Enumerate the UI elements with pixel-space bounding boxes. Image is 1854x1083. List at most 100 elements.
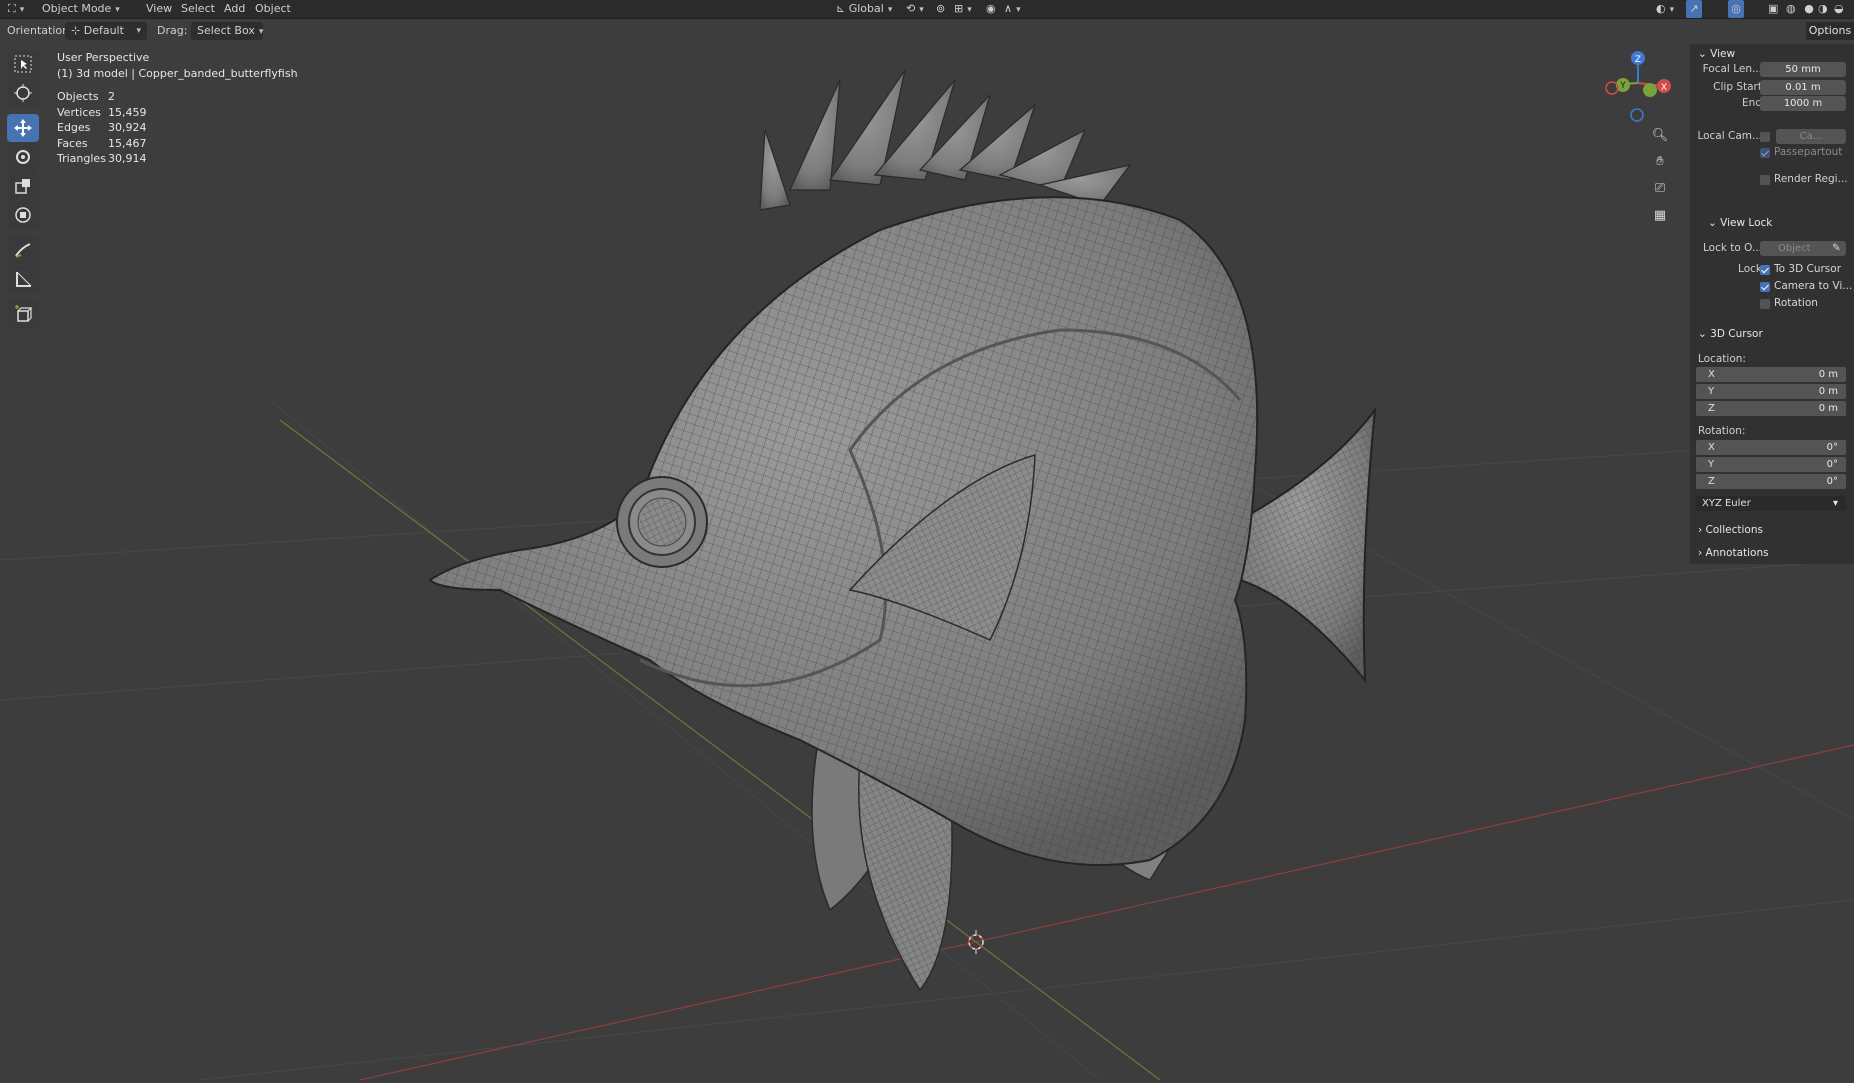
- lock-to-object-row: Lock to O... Object ✎: [1690, 240, 1854, 257]
- falloff-icon[interactable]: ∧ ▾: [1004, 0, 1021, 18]
- drag-dropdown[interactable]: Select Box ▾: [191, 22, 263, 40]
- scale-icon: [15, 179, 30, 194]
- proportional-edit-icon[interactable]: ◉: [986, 0, 996, 18]
- local-camera-checkbox[interactable]: [1760, 132, 1770, 142]
- zoom-icon: 🔍︎: [1651, 127, 1669, 143]
- lock-to-object-label: Lock to O...: [1702, 242, 1762, 254]
- grid-icon: ▦: [1653, 207, 1667, 223]
- navigation-gizmo[interactable]: Z X Y: [1605, 51, 1671, 122]
- pivot-icon[interactable]: ⟲ ▾: [906, 0, 924, 18]
- annotate-tool[interactable]: [7, 236, 39, 264]
- view-lock-section-header[interactable]: ⌄ View Lock: [1708, 217, 1772, 229]
- scale-tool[interactable]: [7, 172, 39, 200]
- zoom-button[interactable]: 🔍︎: [1649, 124, 1671, 146]
- transform-tool[interactable]: [7, 201, 39, 229]
- mode-label: Object Mode: [42, 2, 112, 15]
- annotations-title: Annotations: [1705, 547, 1769, 559]
- view-lock-title: View Lock: [1720, 217, 1773, 229]
- axis-value: 0°: [1826, 442, 1838, 453]
- axis-value: 0 m: [1818, 369, 1838, 380]
- mode-dropdown[interactable]: Object Mode ▾: [42, 0, 120, 18]
- menu-select[interactable]: Select: [181, 0, 215, 18]
- orientation-dropdown[interactable]: ⊹ Default ▾: [65, 22, 147, 40]
- rotate-tool[interactable]: [7, 143, 39, 171]
- lock-camera-checkbox[interactable]: [1760, 282, 1770, 292]
- clip-end-row: End 1000 m: [1690, 95, 1854, 112]
- overlays-toggle-icon[interactable]: ◎: [1728, 0, 1744, 18]
- camera-view-button[interactable]: ⎚: [1649, 177, 1671, 199]
- 3d-cursor-title: 3D Cursor: [1710, 328, 1763, 340]
- focal-length-field[interactable]: 50 mm: [1760, 62, 1846, 77]
- local-camera-field[interactable]: Ca...: [1776, 129, 1846, 144]
- move-icon: [14, 119, 32, 137]
- solid-shading-icon[interactable]: ●: [1802, 0, 1816, 18]
- axis-label: X: [1708, 442, 1715, 453]
- location-x-field[interactable]: X 0 m: [1696, 367, 1846, 382]
- measure-tool[interactable]: [7, 265, 39, 293]
- lock-3d-cursor-row: Lock To 3D Cursor: [1690, 261, 1854, 278]
- add-cube-tool[interactable]: [7, 300, 39, 328]
- options-button[interactable]: Options: [1806, 22, 1854, 40]
- transform-orientation-label: Global: [848, 2, 884, 15]
- select-box-icon: [14, 55, 32, 73]
- perspective-toggle-button[interactable]: ▦: [1649, 204, 1671, 226]
- gizmo-y-label: Y: [1619, 81, 1626, 91]
- orientation-value: Default: [83, 24, 124, 37]
- rotation-y-field[interactable]: Y 0°: [1696, 457, 1846, 472]
- stat-key: Objects: [57, 90, 99, 103]
- wireframe-shading-icon[interactable]: ◍: [1786, 0, 1796, 18]
- cursor-tool[interactable]: [7, 79, 39, 107]
- material-shading-icon[interactable]: ◑: [1818, 0, 1828, 18]
- rotation-z-field[interactable]: Z 0°: [1696, 474, 1846, 489]
- rotation-mode-dropdown[interactable]: XYZ Euler ▾: [1696, 496, 1846, 511]
- lock-camera-row: Camera to Vi...: [1690, 278, 1854, 295]
- collections-title: Collections: [1705, 524, 1763, 536]
- menu-view[interactable]: View: [146, 0, 172, 18]
- location-y-field[interactable]: Y 0 m: [1696, 384, 1846, 399]
- menu-add[interactable]: Add: [224, 0, 245, 18]
- stat-value: 30,914: [108, 152, 147, 165]
- lock-rotation-checkbox[interactable]: [1760, 299, 1770, 309]
- local-camera-label: Local Cam...: [1697, 130, 1762, 142]
- rendered-shading-icon[interactable]: ◒: [1834, 0, 1844, 18]
- lock-rotation-label: Rotation: [1774, 297, 1818, 309]
- editor-type-icon[interactable]: ⛶ ▾: [8, 0, 24, 18]
- collections-section-header[interactable]: › Collections: [1698, 524, 1763, 536]
- annotations-section-header[interactable]: › Annotations: [1698, 547, 1769, 559]
- menu-object[interactable]: Object: [255, 0, 291, 18]
- clip-start-label: Clip Start: [1713, 81, 1762, 93]
- clip-start-field[interactable]: 0.01 m: [1760, 80, 1846, 95]
- eyedropper-icon[interactable]: ✎: [1832, 240, 1841, 257]
- stat-faces: Faces 15,467: [57, 136, 298, 152]
- select-box-tool[interactable]: [7, 50, 39, 78]
- render-region-checkbox[interactable]: [1760, 175, 1770, 185]
- visibility-icon[interactable]: ◐ ▾: [1656, 0, 1674, 18]
- 3d-cursor-section-header[interactable]: ⌄ 3D Cursor: [1698, 328, 1763, 340]
- stat-value: 15,459: [108, 105, 147, 119]
- chevron-down-icon: ⌄: [1708, 217, 1717, 229]
- passepartout-checkbox[interactable]: [1760, 148, 1770, 158]
- stat-key: Triangles: [57, 152, 106, 165]
- rotation-x-field[interactable]: X 0°: [1696, 440, 1846, 455]
- object-name: (1) 3d model | Copper_banded_butterflyfi…: [57, 66, 298, 80]
- xray-icon[interactable]: ▣: [1768, 0, 1778, 18]
- camera-icon: ⎚: [1654, 180, 1666, 196]
- location-z-field[interactable]: Z 0 m: [1696, 401, 1846, 416]
- view-section-title: View: [1710, 48, 1736, 60]
- snap-icon[interactable]: ⊚: [936, 0, 945, 18]
- orientation-icon: ⊹: [71, 24, 81, 37]
- move-tool[interactable]: [7, 114, 39, 142]
- gizmo-toggle-icon[interactable]: ↗: [1686, 0, 1702, 18]
- chevron-right-icon: ›: [1698, 547, 1703, 559]
- chevron-right-icon: ›: [1698, 524, 1703, 536]
- lock-3d-cursor-checkbox[interactable]: [1760, 265, 1770, 275]
- clip-end-label: End: [1742, 97, 1762, 109]
- pan-button[interactable]: ✋︎: [1649, 150, 1671, 172]
- axis-label: Z: [1708, 403, 1715, 414]
- rotation-mode-value: XYZ Euler: [1702, 498, 1751, 509]
- axis-label: Y: [1708, 386, 1715, 397]
- view-section-header[interactable]: ⌄ View: [1698, 48, 1735, 60]
- snap-target-icon[interactable]: ⊞ ▾: [954, 0, 972, 18]
- clip-end-field[interactable]: 1000 m: [1760, 96, 1846, 111]
- transform-orientation-dropdown[interactable]: ⊾ Global ▾: [836, 0, 892, 18]
